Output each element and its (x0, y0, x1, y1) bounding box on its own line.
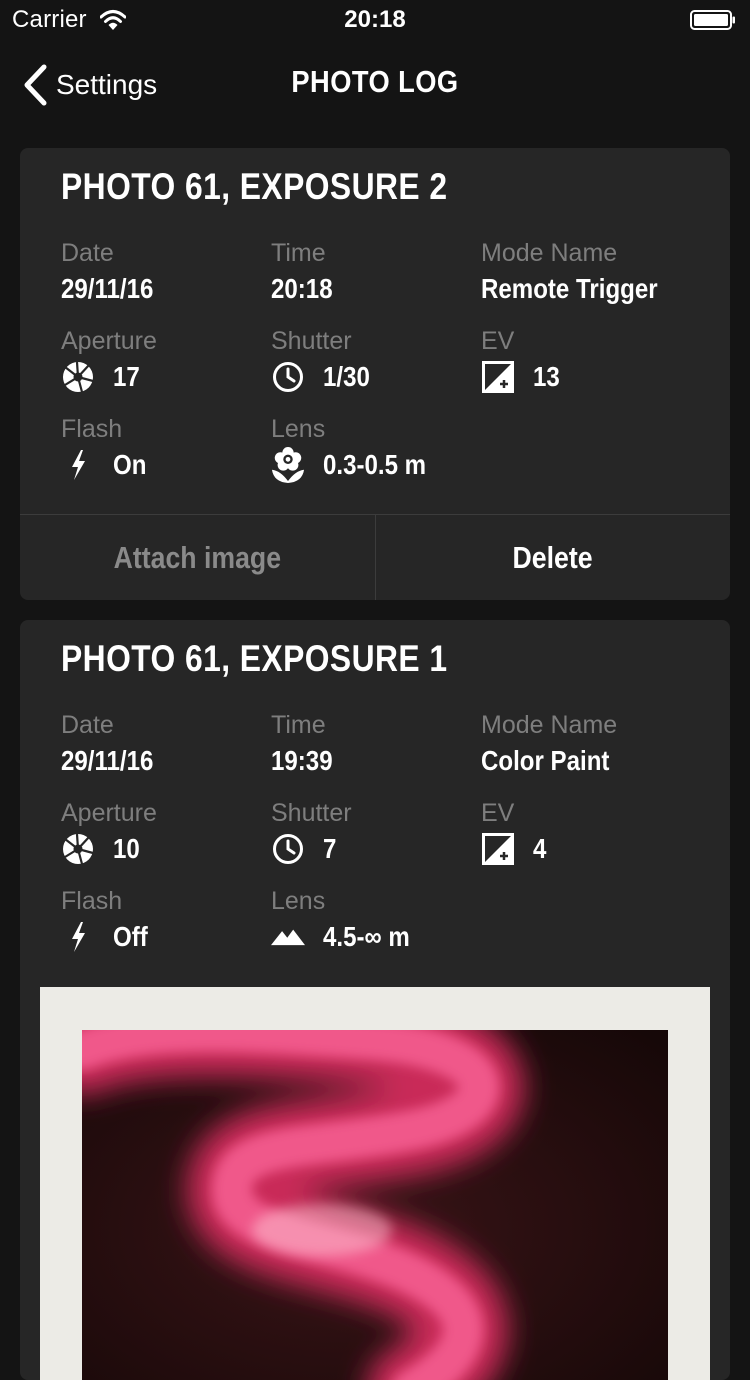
date-label: Date (61, 239, 114, 267)
entry-title: PHOTO 61, EXPOSURE 2 (61, 166, 448, 207)
attach-image-label: Attach image (113, 540, 281, 575)
flash-field: Flash On (61, 414, 271, 482)
time-label: Time (271, 711, 326, 739)
flash-value: On (113, 449, 147, 480)
attached-photo[interactable] (40, 987, 710, 1380)
delete-label: Delete (512, 540, 593, 575)
mode-name-value: Color Paint (481, 745, 610, 776)
shutter-label: Shutter (271, 327, 352, 355)
entry-actions: Attach image Delete (20, 514, 730, 600)
nav-bar: Settings PHOTO LOG (0, 40, 750, 128)
status-bar: Carrier 20:18 (0, 0, 750, 40)
date-value: 29/11/16 (61, 273, 154, 304)
aperture-field: Aperture 10 (61, 798, 271, 866)
date-value: 29/11/16 (61, 745, 154, 776)
battery-icon (690, 10, 735, 30)
photo-log-entry: PHOTO 61, EXPOSURE 2 Date 29/11/16 Time … (20, 148, 730, 600)
aperture-value: 10 (113, 833, 140, 864)
status-time: 20:18 (344, 6, 406, 33)
shutter-field: Shutter 7 (271, 798, 481, 866)
lens-label: Lens (271, 887, 326, 915)
mode-name-label: Mode Name (481, 239, 618, 267)
flash-label: Flash (61, 415, 123, 443)
shutter-value: 7 (323, 833, 337, 864)
lens-value: 0.3-0.5 m (323, 449, 427, 480)
aperture-value: 17 (113, 361, 140, 392)
mode-name-label: Mode Name (481, 711, 618, 739)
exposure-compensation-icon (481, 832, 515, 866)
lens-value: 4.5-∞ m (323, 921, 410, 952)
page-title: PHOTO LOG (291, 64, 459, 99)
attach-image-button[interactable]: Attach image (20, 515, 375, 600)
shutter-value: 1/30 (323, 361, 370, 392)
date-field: Date 29/11/16 (61, 238, 271, 306)
ev-field: EV 13 (481, 326, 691, 394)
flash-icon (61, 920, 95, 954)
ev-label: EV (481, 799, 515, 827)
exposure-compensation-icon (481, 360, 515, 394)
flash-field: Flash Off (61, 886, 271, 954)
photo-image (82, 1030, 668, 1380)
aperture-label: Aperture (61, 327, 157, 355)
lens-label: Lens (271, 415, 326, 443)
time-field: Time 19:39 (271, 710, 481, 778)
shutter-field: Shutter 1/30 (271, 326, 481, 394)
aperture-icon (61, 360, 95, 394)
photo-log-entry: PHOTO 61, EXPOSURE 1 Date 29/11/16 Time … (20, 620, 730, 1380)
time-field: Time 20:18 (271, 238, 481, 306)
time-value: 20:18 (271, 273, 333, 304)
aperture-field: Aperture 17 (61, 326, 271, 394)
mode-name-field: Mode Name Color Paint (481, 710, 721, 778)
mountain-icon (271, 920, 305, 954)
ev-value: 4 (533, 833, 547, 864)
mode-name-value: Remote Trigger (481, 273, 658, 304)
time-label: Time (271, 239, 326, 267)
lens-field: Lens 0.3-0.5 m (271, 414, 511, 483)
lens-field: Lens 4.5-∞ m (271, 886, 511, 954)
aperture-label: Aperture (61, 799, 157, 827)
aperture-icon (61, 832, 95, 866)
ev-label: EV (481, 327, 515, 355)
clock-icon (271, 832, 305, 866)
date-field: Date 29/11/16 (61, 710, 271, 778)
clock-icon (271, 360, 305, 394)
flash-icon (61, 448, 95, 482)
flash-value: Off (113, 921, 148, 952)
delete-button[interactable]: Delete (374, 515, 731, 600)
mode-name-field: Mode Name Remote Trigger (481, 238, 721, 306)
flower-icon (271, 447, 305, 483)
light-painting-image (82, 1030, 668, 1380)
ev-value: 13 (533, 361, 560, 392)
date-label: Date (61, 711, 114, 739)
ev-field: EV 4 (481, 798, 691, 866)
shutter-label: Shutter (271, 799, 352, 827)
time-value: 19:39 (271, 745, 333, 776)
flash-label: Flash (61, 887, 123, 915)
entry-title: PHOTO 61, EXPOSURE 1 (61, 638, 448, 679)
